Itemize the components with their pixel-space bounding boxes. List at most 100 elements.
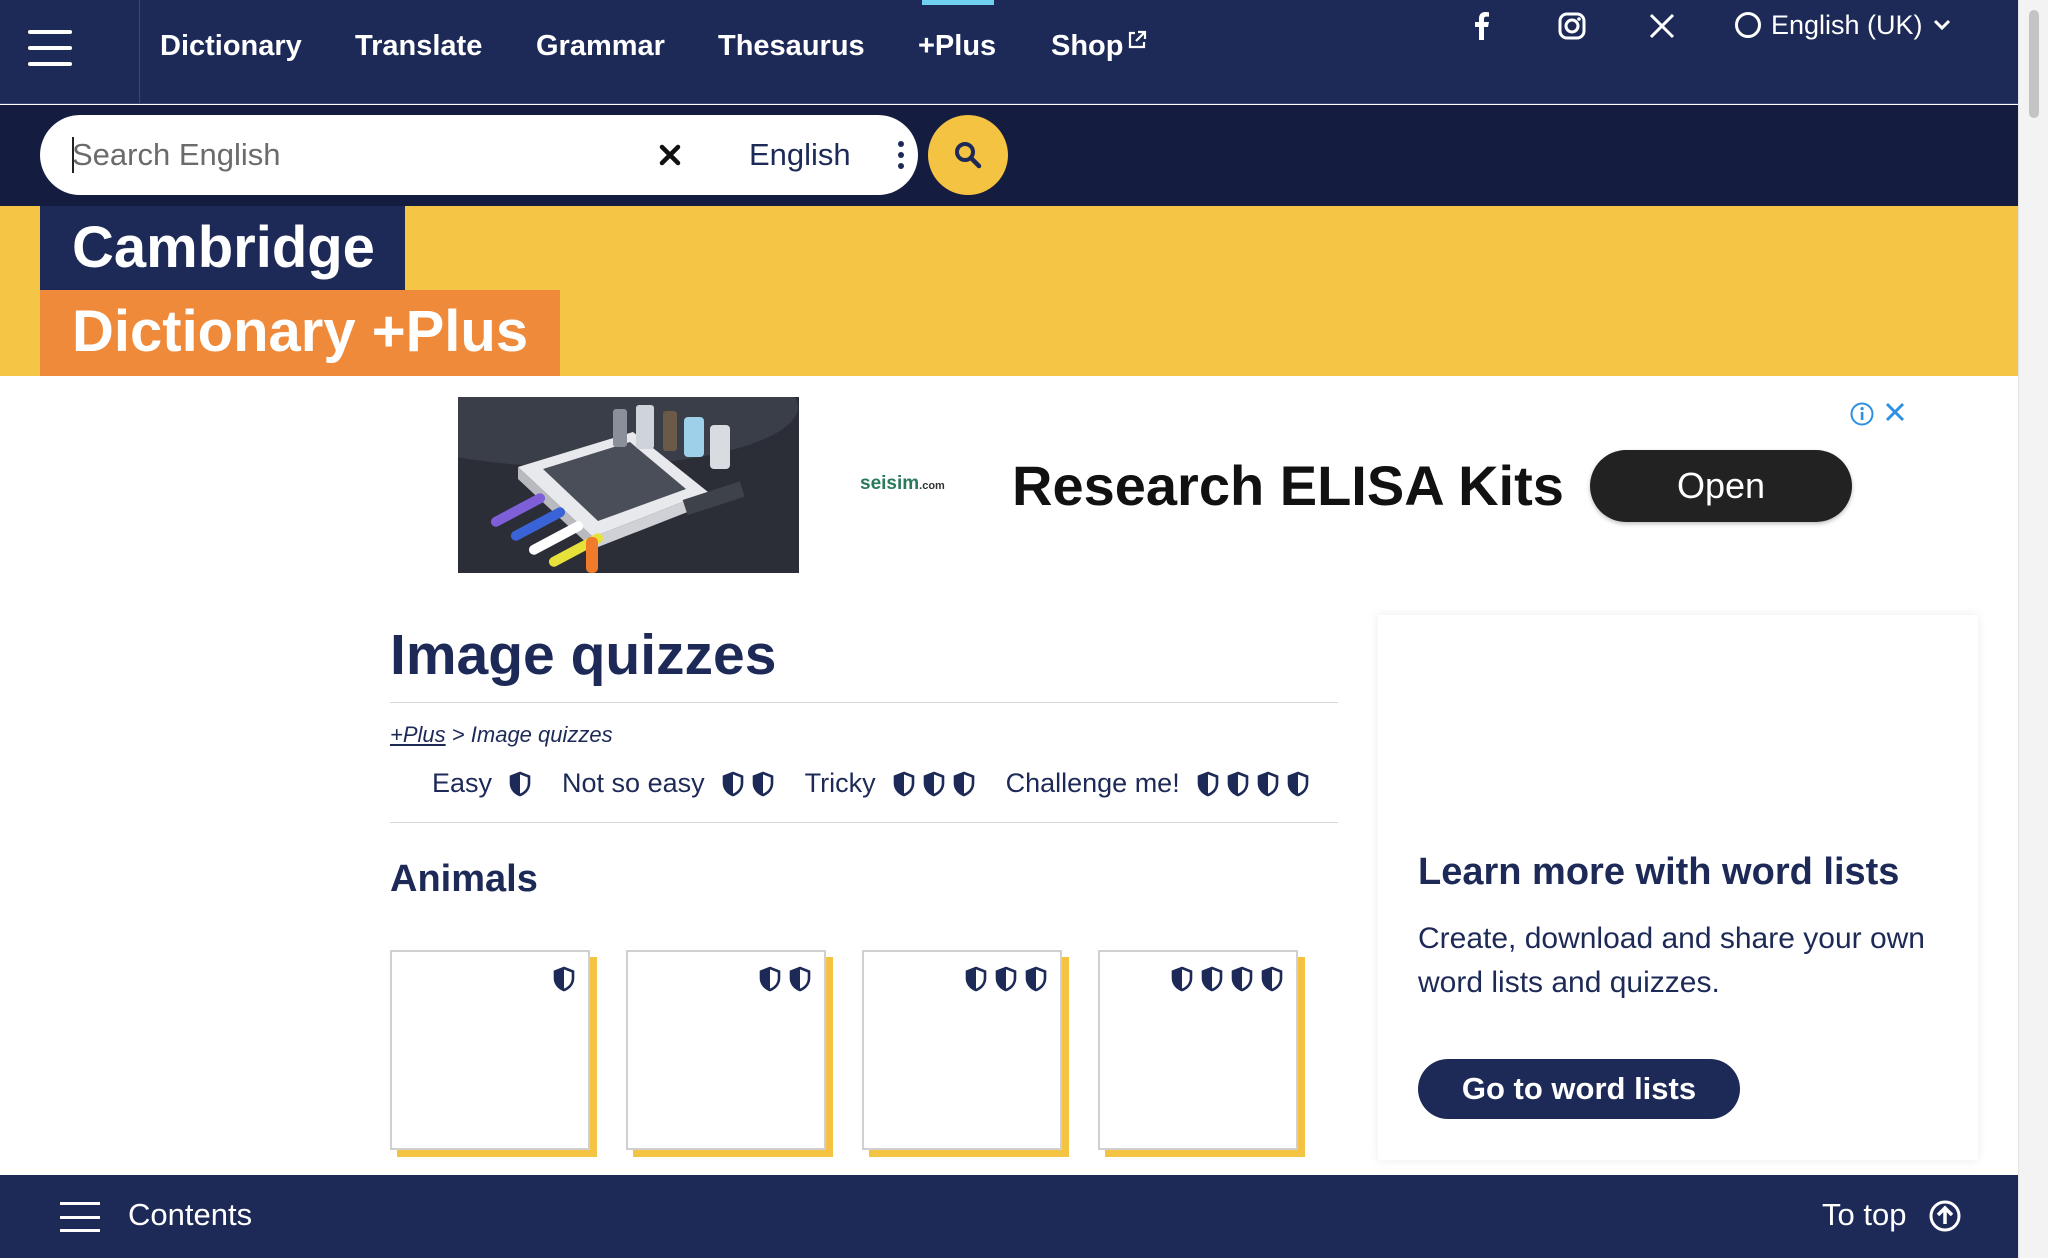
bottom-toolbar: Contents To top: [0, 1175, 2018, 1258]
section-title-animals: Animals: [390, 858, 538, 900]
shield-rating: [552, 966, 576, 992]
shield-icon: [953, 771, 974, 796]
shield-rating: [964, 966, 1048, 992]
shield-icon: [923, 771, 944, 796]
more-vertical-icon: [898, 141, 904, 169]
close-icon[interactable]: [1882, 399, 1908, 425]
dictionary-label: English: [749, 137, 851, 172]
ad-product-image: [458, 397, 799, 573]
top-navigation-bar: Dictionary Translate Grammar Thesaurus +…: [0, 0, 2018, 104]
legend-item: Challenge me!: [1006, 768, 1310, 799]
close-icon[interactable]: [652, 137, 688, 173]
search-input[interactable]: [72, 133, 632, 177]
shield-rating: [892, 771, 976, 797]
shield-icon: [1201, 966, 1223, 992]
legend-item: Easy: [432, 768, 532, 799]
quiz-card[interactable]: [862, 950, 1062, 1150]
shield-icon: [1287, 771, 1309, 796]
legend-label-not-so-easy: Not so easy: [562, 768, 705, 798]
shield-icon: [1197, 771, 1219, 796]
contents-button[interactable]: Contents: [128, 1197, 252, 1233]
nav-link-grammar[interactable]: Grammar: [536, 30, 665, 63]
advertisement-banner[interactable]: seisim.com Research ELISA Kits Open: [456, 395, 1910, 575]
ad-advertiser-logo: seisim.com: [860, 473, 945, 495]
nav-link-plus[interactable]: +Plus: [918, 30, 996, 63]
shield-icon: [965, 966, 987, 992]
quiz-card[interactable]: [1098, 950, 1298, 1150]
text-cursor: [72, 137, 74, 173]
hero-banner: Cambridge Dictionary +Plus: [0, 206, 2018, 376]
shield-icon: [789, 966, 811, 992]
shield-icon: [752, 771, 773, 796]
shield-icon: [1261, 966, 1283, 992]
language-label: English (UK): [1771, 9, 1923, 40]
legend-item: Not so easy: [562, 768, 775, 799]
nav-link-shop[interactable]: Shop: [1051, 30, 1147, 63]
divider: [390, 702, 1338, 703]
go-to-word-lists-button[interactable]: Go to word lists: [1418, 1059, 1740, 1119]
difficulty-legend: Easy Not so easy Tricky Challenge me!: [432, 768, 1340, 799]
to-top-button[interactable]: To top: [1822, 1197, 1906, 1233]
shield-icon: [995, 966, 1017, 992]
nav-link-thesaurus[interactable]: Thesaurus: [718, 30, 865, 63]
breadcrumb-separator: >: [451, 722, 465, 747]
legend-item: Tricky: [805, 768, 976, 799]
breadcrumb-current: Image quizzes: [470, 722, 613, 747]
scrollbar-thumb[interactable]: [2029, 10, 2039, 118]
legend-label-challenge-me: Challenge me!: [1005, 768, 1180, 798]
brand-cambridge[interactable]: Cambridge: [40, 206, 405, 290]
quiz-card[interactable]: [390, 950, 590, 1150]
word-lists-panel: Learn more with word lists Create, downl…: [1378, 615, 1978, 1160]
shield-icon: [893, 771, 914, 796]
legend-label-tricky: Tricky: [804, 768, 876, 798]
brand-dictionary-plus[interactable]: Dictionary +Plus: [40, 290, 561, 376]
info-icon[interactable]: [1849, 401, 1875, 427]
chevron-down-icon: [1933, 19, 1950, 31]
shield-rating: [721, 771, 775, 797]
x-twitter-icon[interactable]: [1640, 8, 1684, 44]
ad-advertiser-name: seisim: [860, 473, 920, 494]
search-bar: English: [0, 105, 2018, 206]
shield-icon: [509, 771, 531, 796]
page-title: Image quizzes: [390, 623, 777, 687]
shield-icon: [1227, 771, 1249, 796]
instagram-icon[interactable]: [1550, 8, 1594, 44]
shield-icon: [553, 966, 575, 992]
active-tab-indicator: [922, 0, 994, 5]
shield-icon: [722, 771, 743, 796]
ad-advertiser-suffix: .com: [919, 480, 945, 492]
nav-link-shop-label: Shop: [1051, 30, 1124, 62]
shield-icon: [759, 966, 781, 992]
breadcrumb: +Plus > Image quizzes: [390, 722, 613, 748]
shield-icon: [1231, 966, 1253, 992]
shield-icon: [1257, 771, 1279, 796]
shield-rating: [758, 966, 812, 992]
shield-icon: [1171, 966, 1193, 992]
dictionary-selector[interactable]: English: [703, 123, 938, 187]
shield-rating: [508, 771, 532, 797]
hamburger-menu-icon[interactable]: [28, 30, 72, 66]
nav-link-translate[interactable]: Translate: [355, 30, 482, 63]
search-box: English: [40, 115, 918, 195]
search-button[interactable]: [928, 115, 1008, 195]
search-icon: [955, 142, 982, 169]
ad-headline: Research ELISA Kits: [1012, 454, 1564, 517]
page-scrollbar[interactable]: [2018, 0, 2048, 1258]
nav-divider: [139, 0, 140, 104]
word-lists-description: Create, download and share your own word…: [1418, 922, 1925, 999]
contents-list-icon[interactable]: [60, 1202, 100, 1232]
nav-link-dictionary[interactable]: Dictionary: [160, 30, 302, 63]
shield-icon: [1025, 966, 1047, 992]
shield-rating: [1170, 966, 1284, 992]
language-selector[interactable]: English (UK): [1735, 6, 1951, 44]
arrow-up-circle-icon[interactable]: [1928, 1199, 1962, 1233]
quiz-card[interactable]: [626, 950, 826, 1150]
word-lists-heading: Learn more with word lists: [1418, 851, 1900, 893]
divider: [390, 822, 1338, 823]
ad-open-button[interactable]: Open: [1590, 450, 1852, 522]
legend-label-easy: Easy: [432, 768, 493, 798]
globe-icon: [1735, 12, 1761, 38]
facebook-icon[interactable]: [1460, 8, 1504, 44]
shield-rating: [1196, 771, 1310, 797]
breadcrumb-link-plus[interactable]: +Plus: [390, 722, 446, 747]
